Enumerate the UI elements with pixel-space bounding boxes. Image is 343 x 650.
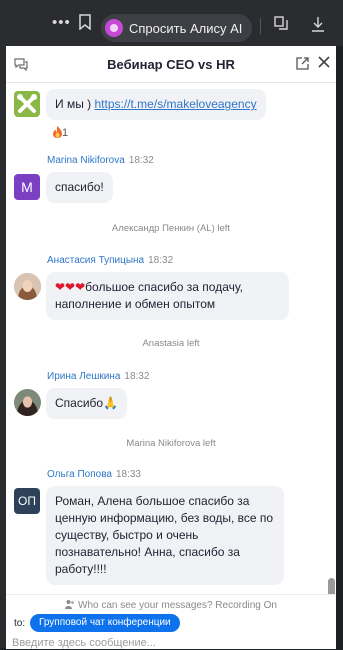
sender-line: Ольга Попова 18:33 [47,469,141,480]
message-text: спасибо! [55,180,104,194]
avatar: ОП [14,488,40,514]
popout-icon[interactable] [296,57,309,70]
sender-name[interactable]: Анастасия Тупицына [47,255,144,266]
message-list: И мы ) https://t.me/s/makeloveagency 1 M… [6,82,336,620]
message-time: 18:32 [148,255,174,266]
more-icon[interactable]: ••• [52,14,71,31]
system-message: Александр Пенкин (AL) left [111,223,231,234]
compose-area: Who can see your messages? Recording On … [6,594,336,650]
avatar: M [14,174,40,200]
message-text: И мы ) [55,97,95,111]
user-photo [14,273,41,300]
flame-icon [53,126,62,138]
message-bubble: Роман, Алена большое спасибо за ценную и… [46,486,284,585]
reaction[interactable]: 1 [53,126,68,139]
bookmark-icon[interactable] [78,14,92,30]
sender-line: Анастасия Тупицына 18:32 [47,255,173,266]
message-time: 18:32 [124,371,150,382]
message-time: 18:32 [128,155,154,166]
hearts-emoji: ❤❤❤ [55,280,86,294]
message-bubble: ❤❤❤большое спасибо за подачу, наполнение… [46,272,289,320]
close-icon[interactable] [317,55,331,69]
sender-name[interactable]: Ольга Попова [47,469,112,480]
privacy-notice[interactable]: Who can see your messages? Recording On [6,599,336,611]
system-message: Marina Nikiforova left [126,438,216,449]
sender-name[interactable]: Marina Nikiforova [47,155,125,166]
chat-panel: Вебинар CEO vs HR И мы ) https://t.me/s/… [6,46,336,650]
sender-line: Ирина Лешкина 18:32 [47,371,149,382]
message-bubble: И мы ) https://t.me/s/makeloveagency [46,89,266,120]
collections-icon[interactable] [274,16,288,30]
chat-title: Вебинар CEO vs HR [107,57,235,72]
download-icon[interactable] [311,16,325,32]
avatar [14,389,41,416]
privacy-text: Who can see your messages? Recording On [78,600,277,611]
chat-header: Вебинар CEO vs HR [6,46,336,83]
avatar [14,273,41,300]
sender-name[interactable]: Ирина Лешкина [47,371,120,382]
message-time: 18:33 [115,469,141,480]
toolbar-divider [260,18,261,34]
to-label: to: [14,618,26,629]
tools-icon [17,94,37,113]
sender-line: Marina Nikiforova 18:32 [47,155,154,166]
message-link[interactable]: https://t.me/s/makeloveagency [95,97,257,111]
avatar [14,91,40,117]
browser-toolbar: ••• Спросить Алису AI [0,0,343,46]
system-message: Anastasia left [142,338,200,349]
user-photo [14,389,41,416]
recipient-dropdown[interactable]: Групповой чат конференции [30,614,180,632]
message-bubble: спасибо! [46,172,113,203]
ask-alice-button[interactable]: Спросить Алису AI [101,14,253,42]
message-bubble: Спасибо🙏 [46,388,128,419]
privacy-icon [65,600,74,609]
message-text: Роман, Алена большое спасибо за ценную и… [55,494,274,576]
message-text: Спасибо🙏 [55,396,119,410]
reaction-count: 1 [62,127,69,139]
alice-icon [105,19,123,37]
ask-alice-label: Спросить Алису AI [129,20,243,36]
